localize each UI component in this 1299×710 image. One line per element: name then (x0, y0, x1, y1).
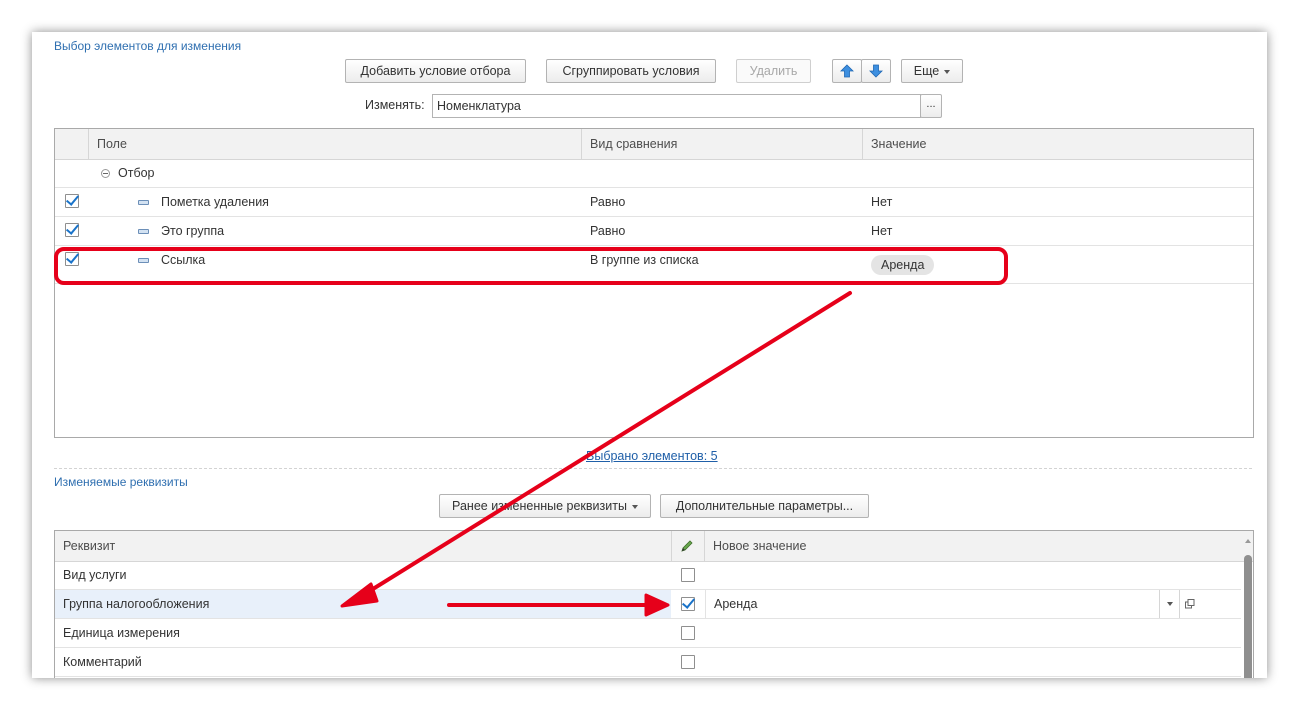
checkbox-icon[interactable] (65, 223, 79, 237)
field-icon (138, 229, 149, 234)
attribute-row[interactable]: Единица измерения (55, 619, 1241, 648)
new-value-text: Аренда (714, 597, 758, 611)
scroll-up-icon[interactable] (1245, 539, 1251, 543)
attributes-table: Реквизит Новое значение Вид услуги Групп… (54, 530, 1254, 678)
attribute-row-selected[interactable]: Группа налогообложения Аренда (55, 590, 1241, 619)
filter-value[interactable]: Нет (871, 217, 892, 245)
open-icon (1185, 599, 1195, 609)
pencil-icon (681, 540, 693, 552)
arrow-up-icon (840, 64, 854, 78)
change-object-field[interactable]: Номенклатура (432, 94, 921, 118)
change-form: Выбор элементов для изменения Добавить у… (32, 32, 1267, 678)
more-button-label: Еще (913, 64, 940, 78)
additional-parameters-button[interactable]: Дополнительные параметры... (660, 494, 869, 518)
move-down-button[interactable] (861, 59, 891, 83)
group-label: Отбор (118, 166, 155, 180)
section-divider (54, 468, 1252, 469)
previous-attributes-label: Ранее измененные реквизиты (452, 499, 627, 513)
attribute-name: Единица измерения (63, 626, 180, 640)
group-conditions-button[interactable]: Сгруппировать условия (546, 59, 716, 83)
attribute-name: Комментарий (63, 655, 142, 669)
section-title-selection: Выбор элементов для изменения (54, 39, 242, 53)
arrow-down-icon (869, 64, 883, 78)
open-button[interactable] (1179, 590, 1200, 618)
filter-comparison[interactable]: Равно (590, 217, 625, 245)
checkbox-icon[interactable] (681, 568, 695, 582)
attribute-row[interactable]: Комментарий (55, 648, 1241, 677)
filter-row[interactable]: Это группа Равно Нет (55, 217, 1253, 246)
section-title-attributes: Изменяемые реквизиты (54, 475, 188, 489)
chevron-down-icon (944, 69, 951, 74)
dropdown-icon (1167, 601, 1173, 606)
more-button[interactable]: Еще (901, 59, 963, 83)
column-value: Значение (871, 137, 927, 151)
checkbox-icon[interactable] (681, 597, 695, 611)
filter-comparison[interactable]: В группе из списка (590, 246, 699, 274)
checkbox-icon[interactable] (681, 655, 695, 669)
filter-table: Поле Вид сравнения Значение Отбор Пометк… (54, 128, 1254, 438)
filter-value[interactable]: Нет (871, 188, 892, 216)
filter-value-pill[interactable]: Аренда (871, 255, 935, 275)
checkbox-icon[interactable] (65, 194, 79, 208)
change-label: Изменять: (365, 98, 425, 112)
field-icon (138, 200, 149, 205)
column-comparison: Вид сравнения (590, 137, 678, 151)
delete-button[interactable]: Удалить (736, 59, 811, 83)
column-attribute: Реквизит (63, 539, 116, 553)
collapse-icon[interactable] (101, 169, 110, 178)
filter-table-header: Поле Вид сравнения Значение (55, 129, 1253, 160)
attribute-name: Группа налогообложения (63, 597, 210, 611)
column-new-value: Новое значение (713, 539, 807, 553)
checkbox-icon[interactable] (65, 252, 79, 266)
filter-row[interactable]: Пометка удаления Равно Нет (55, 188, 1253, 217)
move-up-button[interactable] (832, 59, 862, 83)
filter-row[interactable]: Ссылка В группе из списка Аренда (55, 246, 1253, 284)
dropdown-button[interactable] (1159, 590, 1180, 618)
new-value-field[interactable]: Аренда (705, 590, 1200, 618)
selected-elements-link[interactable]: Выбрано элементов: 5 (586, 449, 718, 463)
add-condition-button[interactable]: Добавить условие отбора (345, 59, 526, 83)
field-icon (138, 258, 149, 263)
attributes-table-header: Реквизит Новое значение (55, 531, 1253, 562)
column-field: Поле (97, 137, 127, 151)
attribute-name: Вид услуги (63, 568, 127, 582)
checkbox-icon[interactable] (681, 626, 695, 640)
scrollbar-thumb[interactable] (1244, 555, 1252, 678)
filter-group-row[interactable]: Отбор (55, 159, 1253, 188)
attribute-row[interactable]: Вид услуги (55, 561, 1241, 590)
change-object-select-button[interactable]: ... (920, 94, 942, 118)
previous-attributes-button[interactable]: Ранее измененные реквизиты (439, 494, 651, 518)
filter-field: Пометка удаления (161, 195, 269, 209)
filter-field: Это группа (161, 224, 225, 238)
filter-comparison[interactable]: Равно (590, 188, 625, 216)
chevron-down-icon (631, 504, 638, 509)
filter-field: Ссылка (161, 253, 206, 267)
